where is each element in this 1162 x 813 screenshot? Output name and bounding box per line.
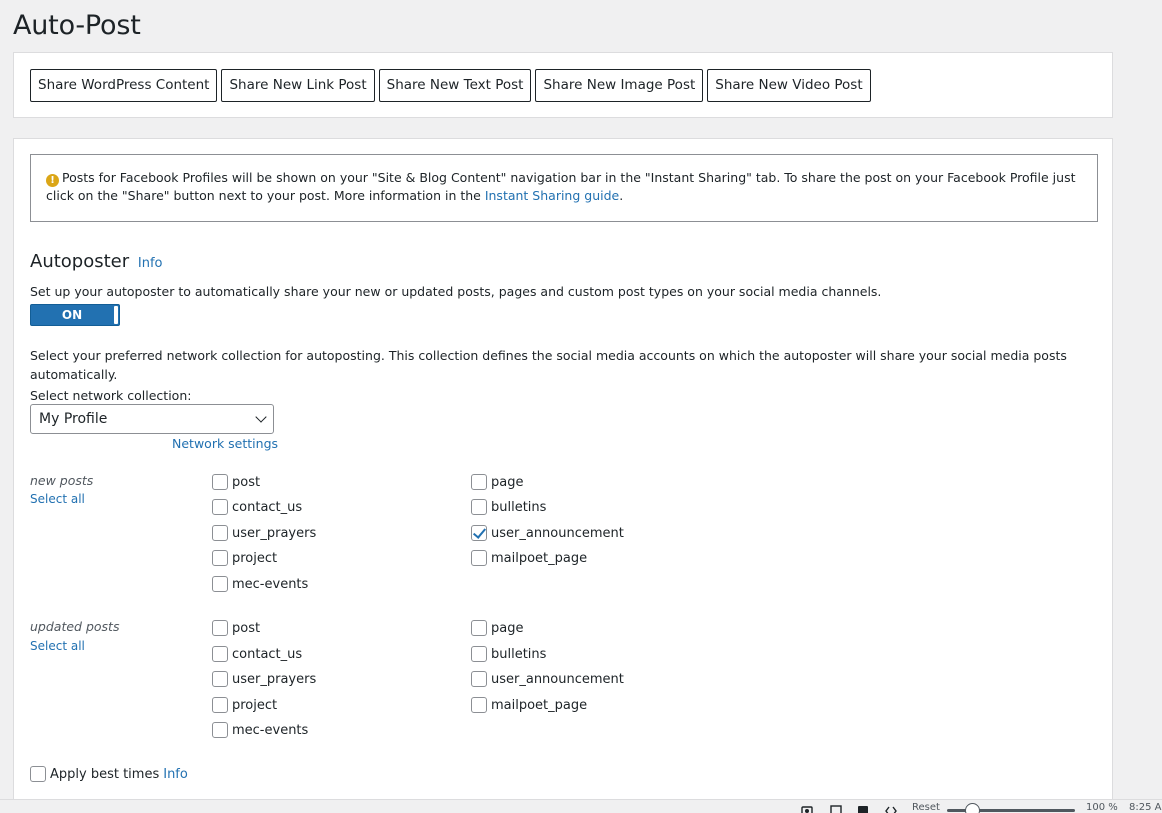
share-new-video-post-button[interactable]: Share New Video Post — [707, 69, 871, 102]
new-posts-checkbox-post[interactable]: post — [212, 474, 260, 490]
apply-best-times-row: Apply best times Info — [30, 766, 188, 782]
checkbox-label: user_announcement — [491, 671, 624, 687]
network-collection-value: My Profile — [39, 411, 108, 427]
checkbox-label: page — [491, 474, 524, 490]
autoposter-title: Autoposter — [30, 251, 130, 272]
browser-status-bar: Reset 100 % 8:25 A — [0, 799, 1162, 813]
facebook-profile-notice: ! Posts for Facebook Profiles will be sho… — [30, 154, 1098, 222]
notice-suffix: . — [619, 188, 624, 203]
checkbox[interactable] — [212, 550, 228, 566]
warning-icon: ! — [46, 174, 59, 187]
checkbox[interactable] — [471, 499, 487, 515]
autoposter-toggle[interactable]: ON — [30, 304, 120, 326]
page-title: Auto-Post — [13, 10, 141, 41]
new-posts-checkbox-mailpoet-page[interactable]: mailpoet_page — [471, 550, 587, 566]
window-icon[interactable] — [830, 805, 842, 813]
apply-best-times-checkbox[interactable] — [30, 766, 46, 782]
checkbox-label: user_prayers — [232, 525, 317, 541]
checkbox-label: post — [232, 620, 261, 636]
share-buttons-panel: Share WordPress Content Share New Link P… — [13, 52, 1113, 118]
checkbox[interactable] — [212, 525, 228, 541]
select-network-collection-label: Select network collection: — [30, 388, 192, 403]
apply-best-times-label: Apply best times — [50, 766, 160, 782]
new-posts-checkbox-user-announcement[interactable]: user_announcement — [471, 525, 624, 541]
updated-posts-checkbox-mailpoet-page[interactable]: mailpoet_page — [471, 697, 587, 713]
checkbox[interactable] — [212, 722, 228, 738]
checkbox[interactable] — [471, 646, 487, 662]
new-posts-checkbox-page[interactable]: page — [471, 474, 523, 490]
share-buttons-row: Share WordPress Content Share New Link P… — [30, 69, 871, 102]
zoom-level: 100 % — [1086, 802, 1118, 813]
checkbox-label: bulletins — [491, 499, 547, 515]
updated-posts-checkbox-project[interactable]: project — [212, 697, 277, 713]
toggle-label: ON — [61, 308, 83, 322]
updated-posts-label: updated posts — [30, 619, 120, 634]
checkbox-label: bulletins — [491, 646, 547, 662]
autoposter-info-link[interactable]: Info — [138, 256, 163, 271]
checkbox[interactable] — [471, 697, 487, 713]
best-times-info-link[interactable]: Info — [163, 767, 188, 782]
panel-icon[interactable] — [857, 805, 869, 813]
share-wordpress-content-button[interactable]: Share WordPress Content — [30, 69, 218, 102]
checkbox[interactable] — [212, 576, 228, 592]
network-collection-select[interactable]: My Profile — [30, 404, 274, 434]
checkbox-label: user_prayers — [232, 671, 317, 687]
new-posts-checkbox-mec-events[interactable]: mec-events — [212, 576, 308, 592]
share-new-text-post-button[interactable]: Share New Text Post — [378, 69, 532, 102]
new-posts-checkbox-user-prayers[interactable]: user_prayers — [212, 525, 316, 541]
checkbox-label: project — [232, 697, 278, 713]
checkbox[interactable] — [212, 697, 228, 713]
checkbox-label: mailpoet_page — [491, 550, 588, 566]
collection-description: Select your preferred network collection… — [30, 348, 1067, 382]
new-posts-checkbox-bulletins[interactable]: bulletins — [471, 499, 546, 515]
updated-posts-checkbox-post[interactable]: post — [212, 620, 260, 636]
checkbox[interactable] — [471, 620, 487, 636]
autoposter-panel: ! Posts for Facebook Profiles will be sho… — [13, 138, 1113, 813]
checkbox[interactable] — [471, 550, 487, 566]
checkbox-label: page — [491, 620, 524, 636]
zoom-slider-handle[interactable] — [965, 803, 980, 813]
checkbox-label: user_announcement — [491, 525, 624, 541]
network-settings-link[interactable]: Network settings — [172, 436, 278, 451]
checkbox-label: contact_us — [232, 499, 303, 515]
new-posts-checkbox-project[interactable]: project — [212, 550, 277, 566]
chevron-down-icon — [255, 411, 267, 423]
checkbox-label: project — [232, 550, 278, 566]
new-posts-select-all-link[interactable]: Select all — [30, 492, 85, 506]
checkbox[interactable] — [212, 671, 228, 687]
new-posts-label: new posts — [30, 473, 94, 488]
checkbox-label: post — [232, 474, 261, 490]
camera-icon[interactable] — [801, 805, 813, 813]
checkbox[interactable] — [212, 499, 228, 515]
updated-posts-checkbox-user-prayers[interactable]: user_prayers — [212, 671, 316, 687]
autoposter-heading: Autoposter Info — [30, 251, 162, 272]
checkbox-label: mec-events — [232, 722, 309, 738]
share-new-image-post-button[interactable]: Share New Image Post — [535, 69, 704, 102]
toggle-knob — [114, 306, 118, 324]
share-new-link-post-button[interactable]: Share New Link Post — [221, 69, 375, 102]
checkbox[interactable] — [471, 671, 487, 687]
new-posts-checkbox-contact-us[interactable]: contact_us — [212, 499, 302, 515]
updated-posts-checkbox-page[interactable]: page — [471, 620, 523, 636]
updated-posts-checkbox-contact-us[interactable]: contact_us — [212, 646, 302, 662]
zoom-reset-button[interactable]: Reset — [912, 802, 940, 813]
code-icon[interactable] — [885, 805, 897, 813]
updated-posts-checkbox-user-announcement[interactable]: user_announcement — [471, 671, 624, 687]
checkbox-label: contact_us — [232, 646, 303, 662]
clock-time: 8:25 A — [1129, 802, 1162, 813]
checkbox[interactable] — [471, 525, 487, 541]
checkbox-label: mec-events — [232, 576, 309, 592]
checkbox-label: mailpoet_page — [491, 697, 588, 713]
updated-posts-checkbox-bulletins[interactable]: bulletins — [471, 646, 546, 662]
checkbox[interactable] — [212, 620, 228, 636]
checkbox[interactable] — [212, 646, 228, 662]
updated-posts-select-all-link[interactable]: Select all — [30, 639, 85, 653]
checkbox[interactable] — [471, 474, 487, 490]
instant-sharing-guide-link[interactable]: Instant Sharing guide — [485, 188, 619, 203]
updated-posts-checkbox-mec-events[interactable]: mec-events — [212, 722, 308, 738]
autoposter-description: Set up your autoposter to automatically … — [30, 284, 882, 299]
checkbox[interactable] — [212, 474, 228, 490]
